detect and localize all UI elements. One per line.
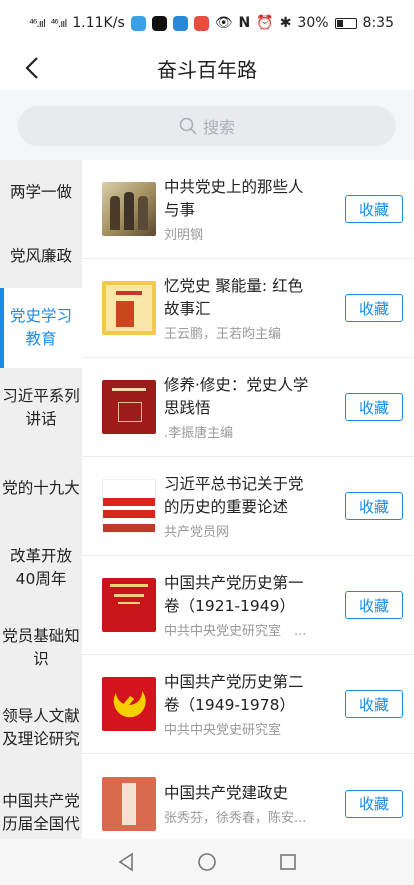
book-title: 中国共产党历史第一卷（1921-1949） [164, 573, 304, 615]
favorite-button[interactable]: 收藏 [345, 393, 403, 421]
sidebar-item-label: 领导人文献及理论研究 [2, 707, 80, 748]
nav-bar: 奋斗百年路 [0, 46, 414, 90]
book-author: 刘明钢 [164, 227, 204, 243]
favorite-button[interactable]: 收藏 [345, 591, 403, 619]
book-title: 中共党史上的那些人与事 [164, 177, 304, 219]
book-cover [102, 380, 156, 434]
sidebar-item-19th-congress[interactable]: 党的十九大 [0, 448, 82, 528]
system-nav-bar [0, 839, 414, 885]
book-author: 中共中央党史研究室 [164, 722, 282, 738]
book-title: 中国共产党历史第二卷（1949-1978） [164, 672, 304, 714]
sidebar-item-label: 习近平系列讲话 [2, 387, 80, 428]
sidebar-item-label: 改革开放40周年 [9, 547, 72, 588]
favorite-button[interactable]: 收藏 [345, 492, 403, 520]
favorite-button[interactable]: 收藏 [345, 294, 403, 322]
bluetooth-icon: ✱ [279, 15, 292, 31]
sidebar-item-label: 党史学习教育 [9, 307, 72, 348]
message-app-icon [172, 15, 188, 31]
book-author: 张秀芬，徐秀春，陈安... [164, 810, 307, 826]
sidebar-item-reform-40[interactable]: 改革开放40周年 [0, 528, 82, 608]
search-input[interactable]: 搜索 [18, 106, 396, 146]
alarm-icon: ⏰ [256, 15, 274, 31]
cell-signal-icon: ⁴⁶.ııl [29, 16, 46, 30]
list-item[interactable]: 中国共产党历史第一卷（1921-1949） 中共中央党史研究室 ... 收藏 [82, 556, 414, 655]
sidebar-item-label: 中国共产党历届全国代 [2, 792, 80, 833]
news-app-icon [193, 15, 209, 31]
list-item[interactable]: 修养·修史：党史人学思践悟 .李振唐主编 收藏 [82, 358, 414, 457]
sidebar-item-party-basics[interactable]: 党员基础知识 [0, 608, 82, 688]
network-speed: 1.11K/s [72, 15, 125, 31]
back-button[interactable] [12, 46, 52, 90]
book-cover [102, 281, 156, 335]
book-author: 王云鹏，王若昀主编 [164, 326, 282, 342]
search-icon [179, 117, 197, 135]
chevron-left-icon [25, 57, 38, 79]
nfc-icon: N [238, 15, 251, 31]
list-item[interactable]: 中国共产党历史第二卷（1949-1978） 中共中央党史研究室 收藏 [82, 655, 414, 754]
cell-signal-icon-2: ⁴⁶.ııl [50, 16, 68, 30]
book-cover [102, 578, 156, 632]
battery-percent: 30% [297, 15, 329, 31]
tiktok-icon [151, 15, 167, 31]
book-author: 中共中央党史研究室 ... [164, 623, 307, 639]
sidebar-item-dangfenglianzheng[interactable]: 党风廉政 [0, 224, 82, 288]
book-title: 忆党史 聚能量: 红色故事汇 [164, 276, 304, 318]
home-circle-icon[interactable] [197, 852, 217, 872]
list-item[interactable]: 习近平总书记关于党的历史的重要论述 共产党员网 收藏 [82, 457, 414, 556]
book-cover [102, 776, 156, 831]
book-title: 习近平总书记关于党的历史的重要论述 [164, 474, 304, 516]
party-emblem-icon [113, 691, 146, 718]
category-sidebar: 两学一做 党风廉政 党史学习教育 习近平系列讲话 党的十九大 改革开放40周年 … [0, 160, 82, 839]
book-cover [102, 677, 156, 731]
book-cover [102, 479, 156, 533]
list-item[interactable]: 中国共产党建政史 张秀芬，徐秀春，陈安... 收藏 [82, 754, 414, 839]
back-triangle-icon[interactable] [116, 852, 136, 872]
book-title: 修养·修史：党史人学思践悟 [164, 375, 309, 417]
page-title: 奋斗百年路 [157, 57, 257, 82]
battery-icon [334, 17, 357, 29]
sidebar-item-congress-history[interactable]: 中国共产党历届全国代 [0, 768, 82, 839]
book-list: 中共党史上的那些人与事 刘明钢 收藏 忆党史 聚能量: 红色故事汇 王云鹏，王若… [82, 160, 414, 839]
sidebar-item-party-history[interactable]: 党史学习教育 [0, 288, 82, 368]
list-item[interactable]: 中共党史上的那些人与事 刘明钢 收藏 [82, 160, 414, 259]
favorite-button[interactable]: 收藏 [345, 195, 403, 223]
list-item[interactable]: 忆党史 聚能量: 红色故事汇 王云鹏，王若昀主编 收藏 [82, 259, 414, 358]
sidebar-item-label: 党员基础知识 [2, 627, 80, 668]
search-placeholder: 搜索 [202, 118, 235, 137]
recents-square-icon[interactable] [278, 852, 298, 872]
favorite-button[interactable]: 收藏 [345, 789, 403, 818]
sidebar-item-leader-docs[interactable]: 领导人文献及理论研究 [0, 688, 82, 768]
book-cover [102, 182, 156, 236]
book-title: 中国共产党建政史 [164, 783, 289, 802]
clock: 8:35 [362, 15, 394, 31]
sidebar-item-xi-speeches[interactable]: 习近平系列讲话 [0, 368, 82, 448]
book-author: .李振唐主编 [164, 425, 234, 441]
favorite-button[interactable]: 收藏 [345, 690, 403, 718]
eye-icon: 👁 [214, 15, 233, 31]
status-bar: ⁴⁶.ııl ⁴⁶.ııl 1.11K/s 👁 N ⏰ ✱ 30% 8:35 [0, 0, 414, 46]
app-notification-icon [130, 15, 146, 31]
book-author: 共产党员网 [164, 524, 230, 540]
sidebar-item-liangxueyizuo[interactable]: 两学一做 [0, 160, 82, 224]
search-area: 搜索 [0, 90, 414, 160]
